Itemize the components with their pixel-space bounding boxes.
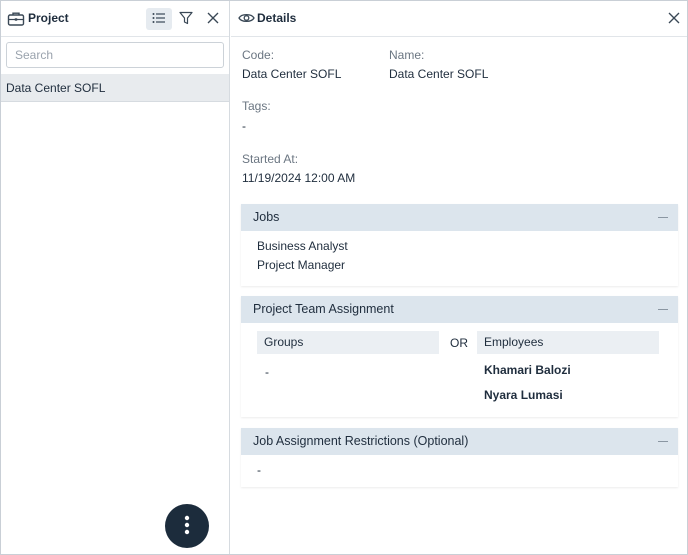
details-panel: Details Code: Data Center SOFL Name: Dat…	[231, 1, 687, 554]
job-restrictions-body: -	[241, 455, 678, 487]
or-label: OR	[450, 336, 468, 350]
close-icon	[668, 12, 680, 27]
groups-column-header: Groups	[257, 331, 439, 354]
code-label: Code:	[242, 48, 275, 62]
collapse-icon[interactable]	[658, 441, 668, 442]
briefcase-icon	[7, 10, 25, 28]
eye-icon	[238, 11, 255, 28]
code-value: Data Center SOFL	[242, 67, 342, 81]
project-team-body: Groups OR Employees - Khamari Balozi Nya…	[241, 323, 678, 417]
employees-column-header: Employees	[477, 331, 659, 354]
close-panel-button[interactable]	[200, 8, 226, 30]
tags-label: Tags:	[242, 99, 271, 113]
close-icon	[207, 12, 219, 27]
started-at-label: Started At:	[242, 152, 299, 166]
project-team-section: Project Team Assignment Groups OR Employ…	[241, 296, 678, 417]
name-label: Name:	[389, 48, 425, 62]
job-restrictions-section-title: Job Assignment Restrictions (Optional)	[253, 434, 469, 448]
details-title: Details	[257, 11, 297, 25]
collapse-icon[interactable]	[658, 217, 668, 218]
name-value: Data Center SOFL	[389, 67, 489, 81]
filter-button[interactable]	[173, 8, 199, 30]
project-panel-header: Project	[1, 1, 229, 37]
list-item: Business Analyst	[257, 239, 348, 253]
list-icon	[152, 12, 166, 27]
project-panel: Project Search Data Center SOFL	[1, 1, 230, 554]
groups-value: -	[265, 365, 269, 379]
list-view-button[interactable]	[146, 8, 172, 30]
project-panel-title: Project	[28, 11, 69, 25]
jobs-section: Jobs Business Analyst Project Manager	[241, 204, 678, 286]
close-details-button[interactable]	[665, 10, 683, 28]
list-item[interactable]: Data Center SOFL	[1, 74, 229, 102]
jobs-section-title: Jobs	[253, 210, 280, 224]
project-team-section-title: Project Team Assignment	[253, 302, 394, 316]
job-restrictions-section-header[interactable]: Job Assignment Restrictions (Optional)	[241, 428, 678, 455]
jobs-section-header[interactable]: Jobs	[241, 204, 678, 231]
list-item: Project Manager	[257, 258, 346, 272]
more-vertical-icon	[184, 515, 190, 538]
search-input[interactable]	[6, 42, 224, 68]
details-panel-header: Details	[231, 1, 687, 37]
restrictions-value: -	[257, 463, 261, 477]
started-at-value: 11/19/2024 12:00 AM	[242, 171, 356, 185]
job-restrictions-section: Job Assignment Restrictions (Optional) -	[241, 428, 678, 487]
project-team-section-header[interactable]: Project Team Assignment	[241, 296, 678, 323]
employee-item: Nyara Lumasi	[484, 388, 563, 402]
jobs-list: Business Analyst Project Manager	[241, 231, 678, 286]
filter-icon	[179, 11, 193, 28]
tags-value: -	[242, 119, 246, 133]
collapse-icon[interactable]	[658, 309, 668, 310]
more-actions-button[interactable]	[165, 504, 209, 548]
employee-item: Khamari Balozi	[484, 363, 571, 377]
